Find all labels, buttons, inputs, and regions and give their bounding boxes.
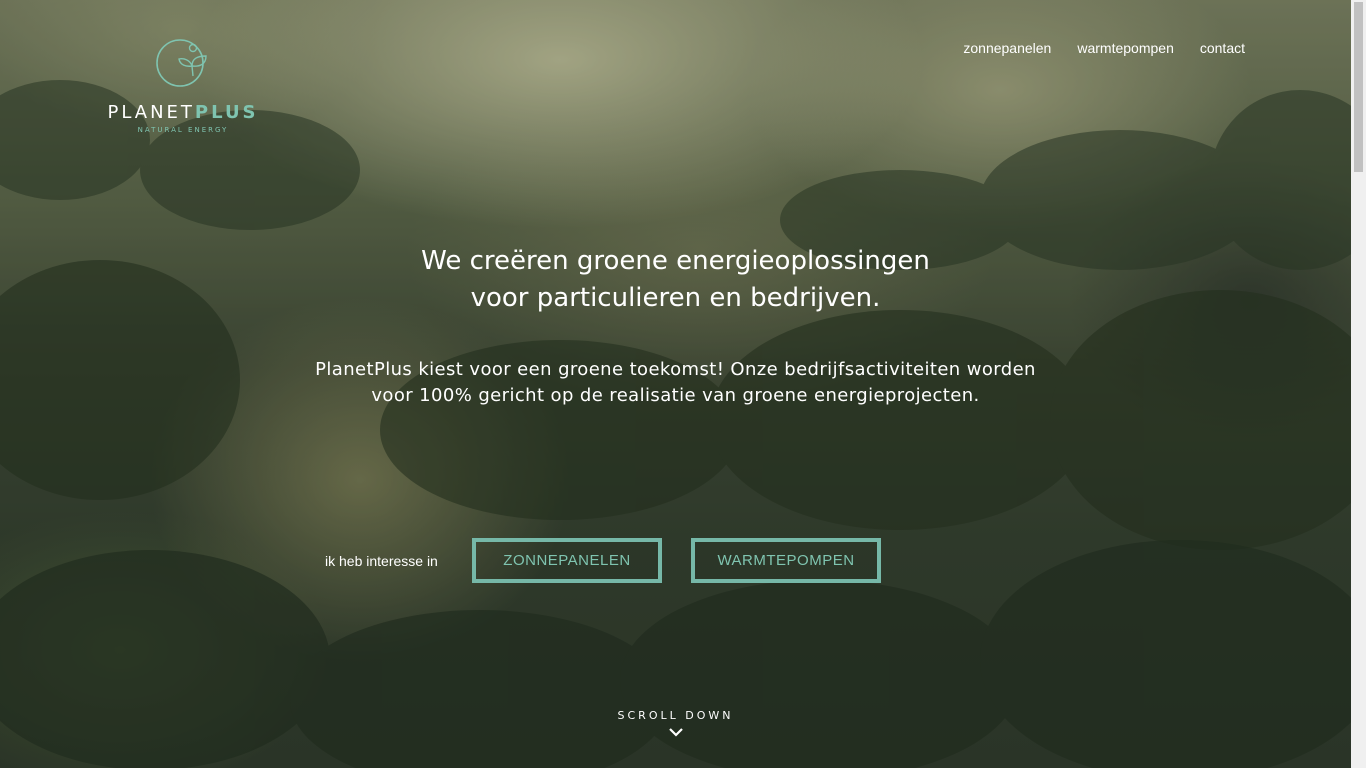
hero-subtitle-line-2: voor 100% gericht op de realisatie van g… <box>371 385 980 406</box>
hero-title-line-2: voor particulieren en bedrijven. <box>470 283 881 313</box>
hero-page: PLANETPLUS NATURAL ENERGY zonnepanelen w… <box>0 0 1366 768</box>
hero-title: We creëren groene energieoplossingen voo… <box>0 243 1351 317</box>
zonnepanelen-button[interactable]: ZONNEPANELEN <box>472 538 662 583</box>
leaf-circle-icon <box>156 39 207 87</box>
brand-name: PLANETPLUS <box>100 102 266 123</box>
interest-label: ik heb interesse in <box>325 552 438 569</box>
nav-link-zonnepanelen[interactable]: zonnepanelen <box>963 40 1051 56</box>
brand-tagline: NATURAL ENERGY <box>137 126 229 134</box>
brand-name-part1: PLANET <box>107 102 195 123</box>
hero-title-line-1: We creëren groene energieoplossingen <box>421 246 930 276</box>
nav-link-contact[interactable]: contact <box>1200 40 1245 56</box>
scrollbar-thumb[interactable] <box>1354 2 1363 172</box>
brand-name-part2: PLUS <box>194 102 259 123</box>
hero-subtitle: PlanetPlus kiest voor een groene toekoms… <box>0 357 1351 409</box>
hero-subtitle-line-1: PlanetPlus kiest voor een groene toekoms… <box>315 359 1036 380</box>
scrollbar[interactable] <box>1351 0 1366 768</box>
warmtepompen-button[interactable]: WARMTEPOMPEN <box>691 538 881 583</box>
chevron-down-icon <box>668 728 683 737</box>
scroll-down[interactable]: SCROLL DOWN <box>0 709 1351 737</box>
scroll-down-label: SCROLL DOWN <box>617 709 734 722</box>
nav-link-warmtepompen[interactable]: warmtepompen <box>1077 40 1174 56</box>
interest-section: ik heb interesse in ZONNEPANELEN WARMTEP… <box>325 538 881 583</box>
brand-logo[interactable]: PLANETPLUS NATURAL ENERGY <box>100 36 266 134</box>
main-nav: zonnepanelen warmtepompen contact <box>963 40 1245 56</box>
